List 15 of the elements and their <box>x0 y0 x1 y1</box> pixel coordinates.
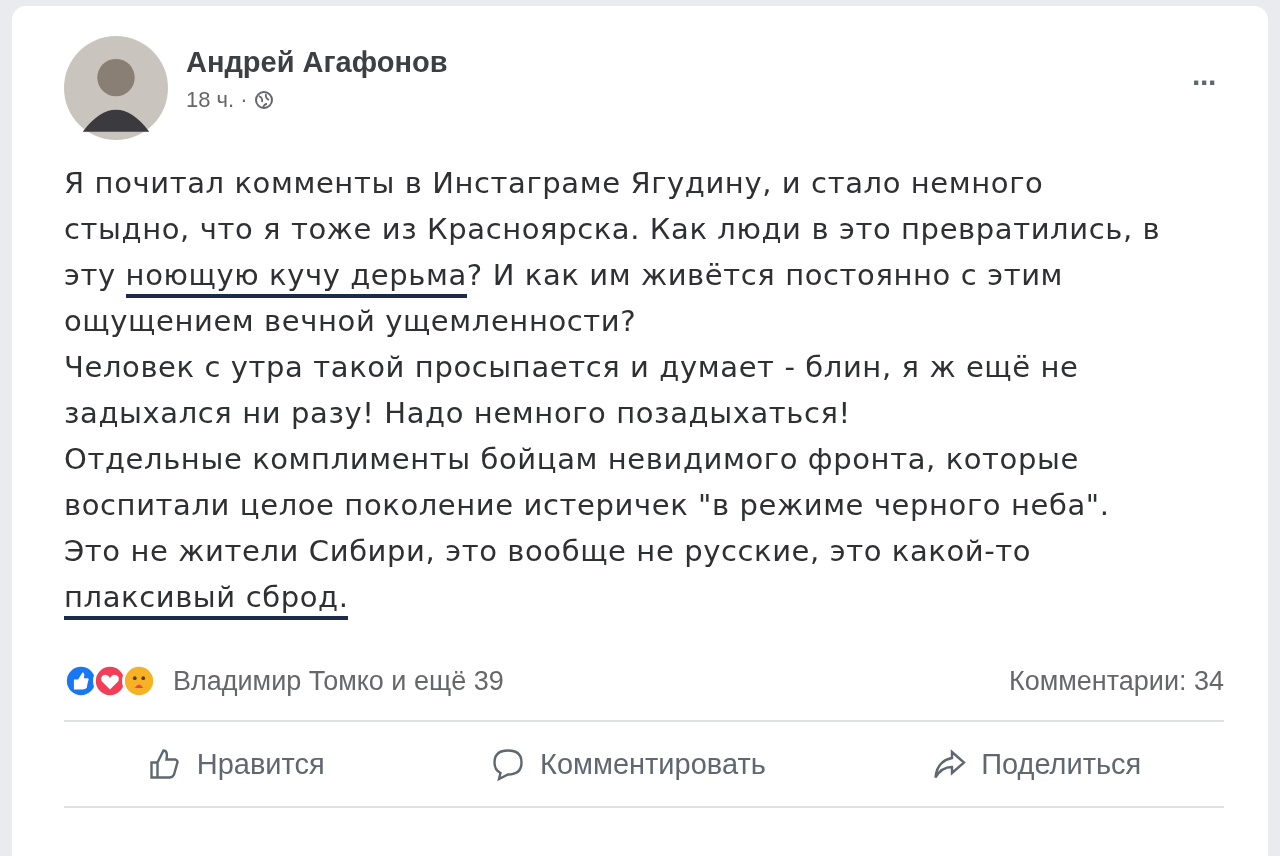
share-button[interactable]: Поделиться <box>911 740 1162 788</box>
comments-count[interactable]: Комментарии: 34 <box>1008 665 1224 697</box>
post-text: Человек с утра такой просыпается и думает - блин, я ж ещё не задыхался ни разу! Надо немного позадыхаться! <box>64 349 1080 432</box>
post-time[interactable]: 18 ч. · <box>186 87 248 113</box>
globe-icon <box>253 90 274 110</box>
more-button[interactable]: ··· <box>1184 66 1224 100</box>
hug-reaction-icon <box>122 664 156 698</box>
post-text: Это не жители Сибири, это вообще не русские, это какой-то плаксивый сброд. <box>64 528 1164 620</box>
post-text: Я почитал комменты в Инстаграме Ягудину, и стало немного стыдно, что я тоже из Красноярска. Как люди в это превратились, в эту ноющую кучу дерьма? И как им живётся постоянно с этим ощущением вечной ущемленности? <box>64 165 1162 340</box>
comment-button[interactable]: Комментировать <box>470 740 786 788</box>
post-text: Отдельные комплименты бойцам невидимого фронта, которые воспитали целое поколение истеричек "в режиме черного неба". <box>64 441 1111 524</box>
author-name[interactable]: Андрей Агафонов <box>186 46 448 79</box>
avatar[interactable] <box>64 36 168 140</box>
reactions-summary[interactable]: Владимир Томко и ещё 39 <box>173 665 504 697</box>
like-button[interactable]: Нравится <box>126 740 345 788</box>
